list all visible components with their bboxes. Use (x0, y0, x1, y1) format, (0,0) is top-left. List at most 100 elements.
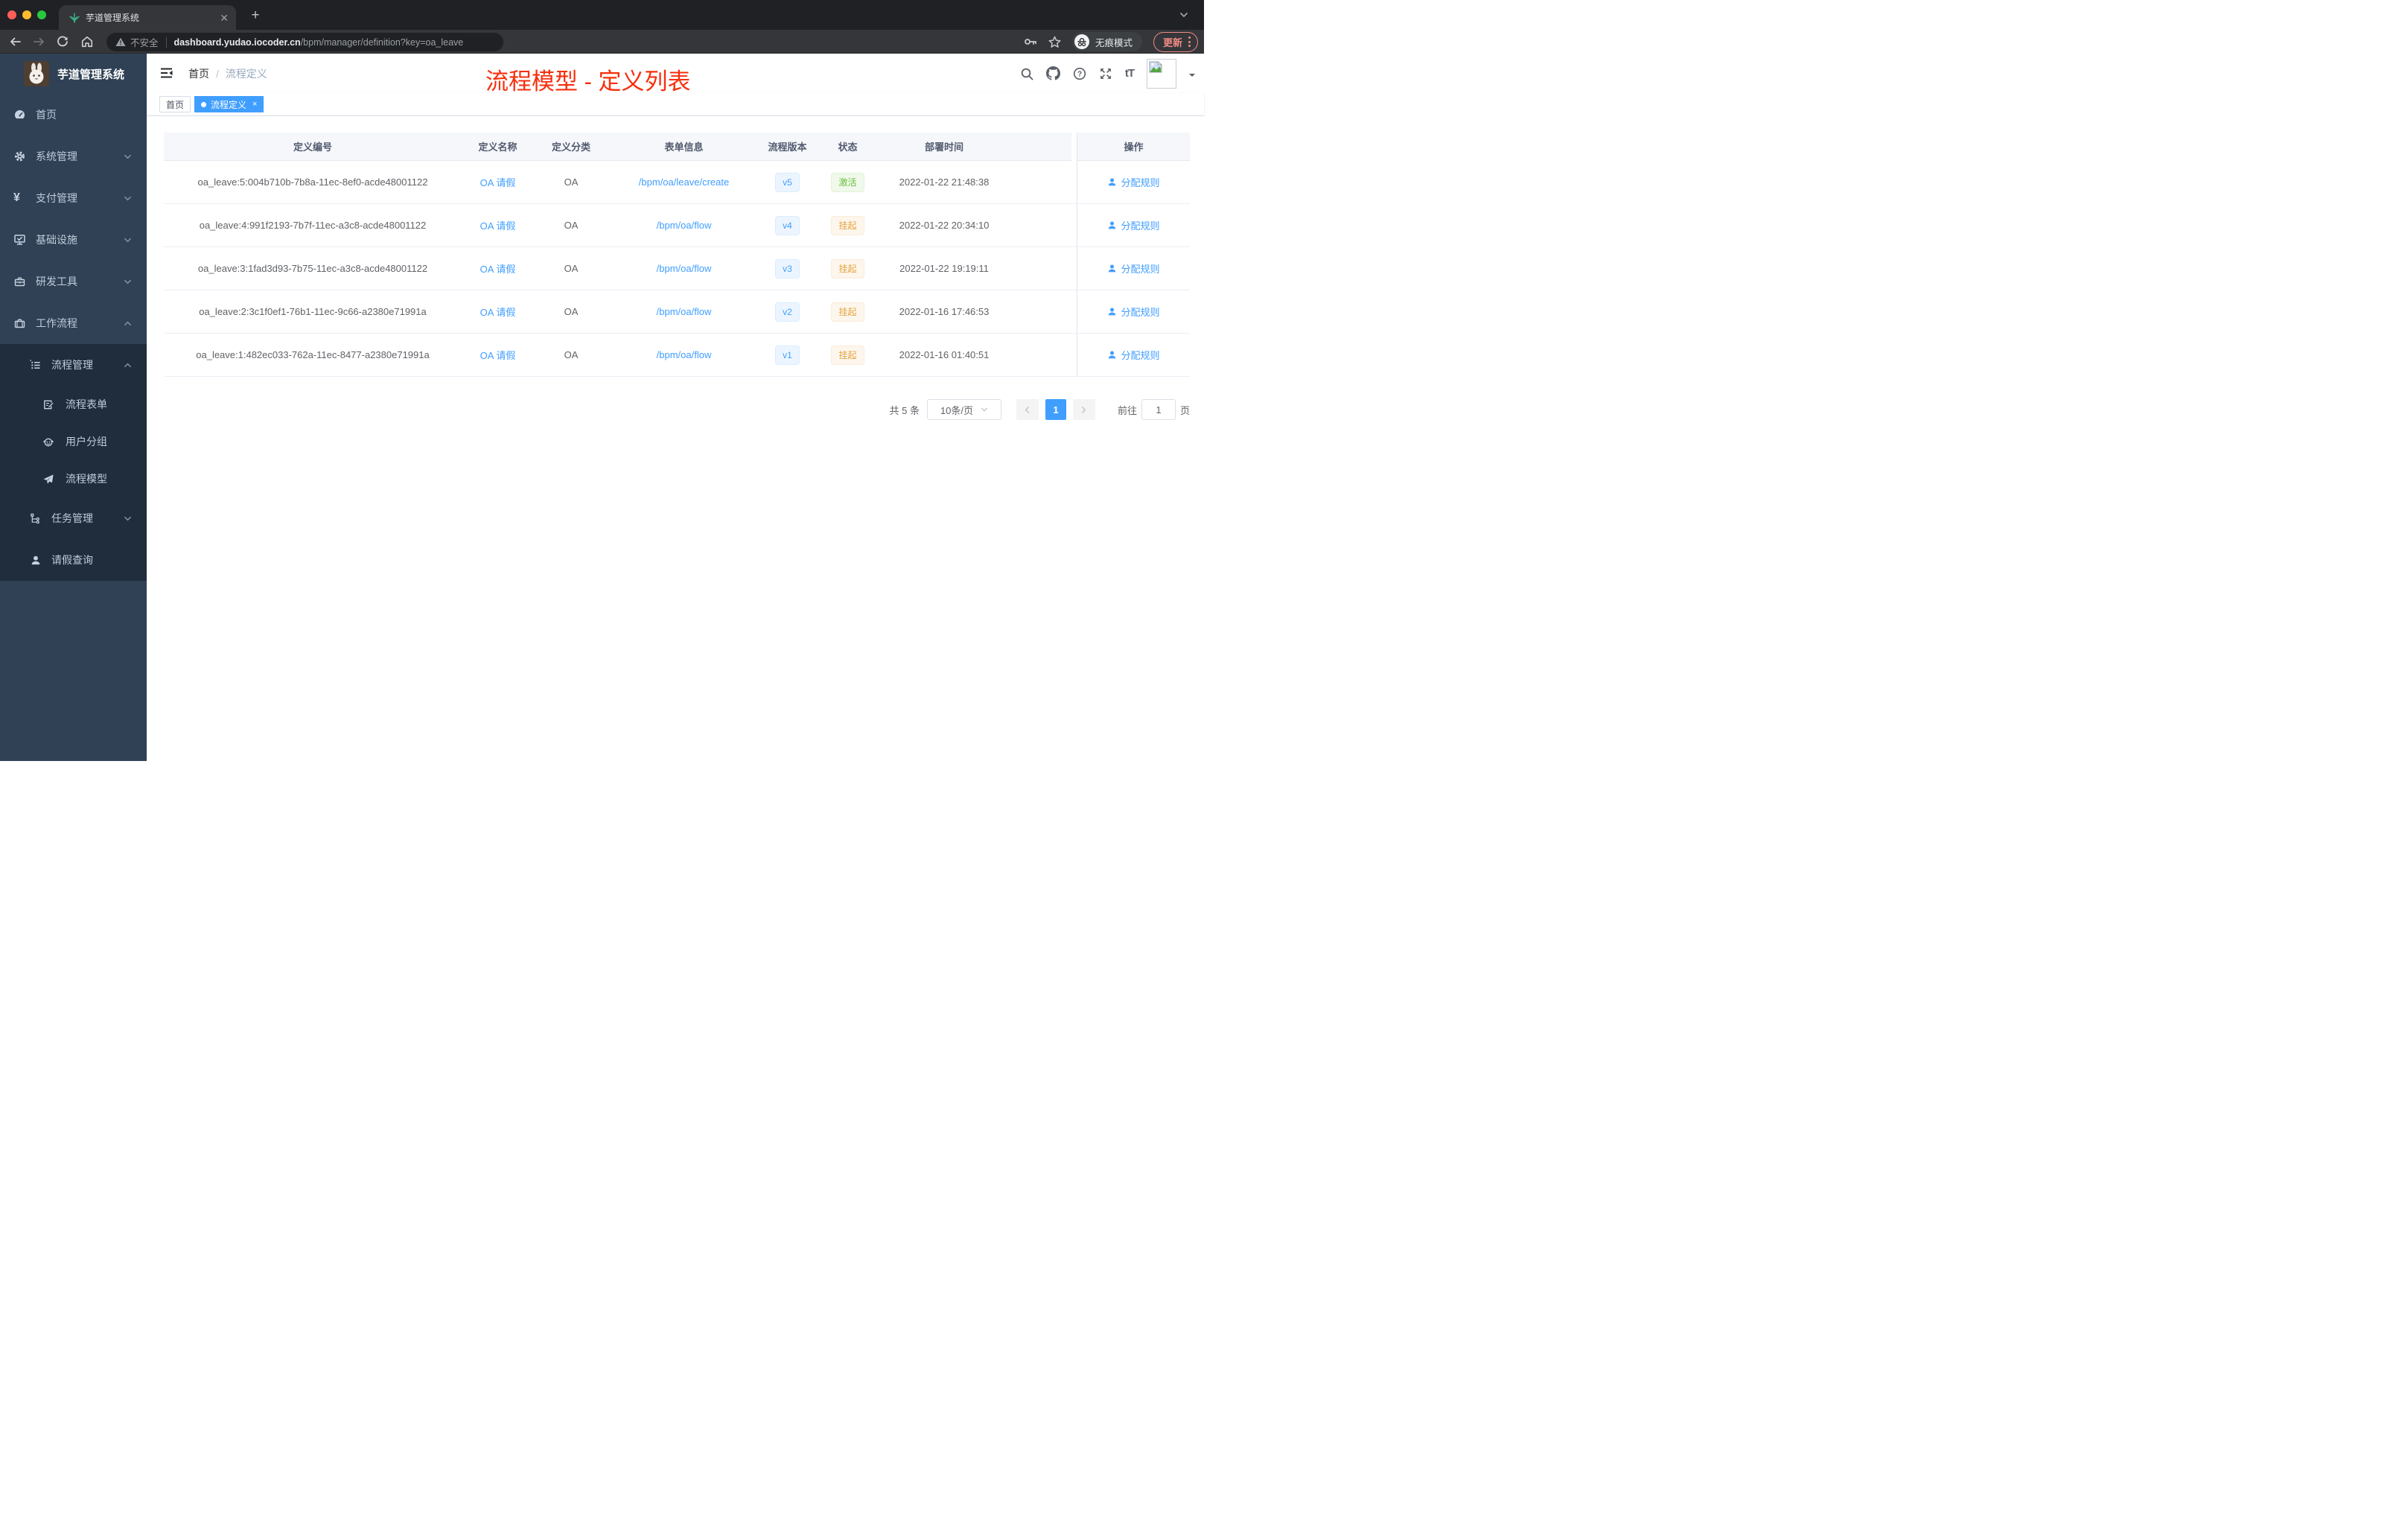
browser-tab[interactable]: 芋道管理系统 ✕ (59, 5, 236, 30)
assign-rule-button[interactable]: 分配规则 (1107, 305, 1160, 319)
sidebar-menu: 首页 系统管理 ¥ 支付管理 基础设施 研发工具 工作流程 流程管理 流程表单 … (0, 94, 147, 581)
chevron-down-icon (124, 236, 132, 244)
tag-home[interactable]: 首页 (159, 96, 191, 112)
sidebar-item-label: 工作流程 (36, 317, 77, 329)
assign-rule-button[interactable]: 分配规则 (1107, 348, 1160, 362)
window-controls[interactable] (7, 10, 46, 19)
form-link[interactable]: /bpm/oa/flow (657, 306, 712, 317)
sidebar-item-dev-tools[interactable]: 研发工具 (0, 261, 147, 302)
definition-name-link[interactable]: OA 请假 (480, 177, 516, 188)
column-header: 流程版本 (768, 141, 807, 153)
user-icon (1109, 351, 1116, 359)
definition-name-link[interactable]: OA 请假 (480, 220, 516, 232)
app-logo-rabbit-image (24, 61, 49, 86)
chevron-down-icon (124, 278, 132, 286)
version-badge: v2 (775, 302, 800, 322)
font-size-icon[interactable]: tT (1125, 67, 1135, 80)
column-filler (1008, 133, 1077, 161)
form-link[interactable]: /bpm/oa/leave/create (639, 176, 729, 188)
status-badge: 挂起 (831, 345, 864, 365)
tag-close-icon[interactable]: × (252, 100, 257, 109)
chevron-down-icon (124, 153, 132, 161)
definition-table: 定义编号 定义名称 定义分类 表单信息 流程版本 状态 部署时间 操作 oa_l… (164, 133, 1190, 377)
sidebar-item-task-management[interactable]: 任务管理 (0, 497, 147, 539)
url-host: dashboard.yudao.iocoder.cn (173, 36, 301, 48)
avatar[interactable] (1147, 58, 1176, 89)
browser-menu-update-button[interactable]: 更新 (1153, 31, 1198, 52)
new-tab-button[interactable]: + (246, 7, 265, 24)
form-link[interactable]: /bpm/oa/flow (657, 220, 712, 231)
bookmark-star-icon[interactable] (1048, 36, 1061, 48)
tags-view-bar: 首页 流程定义 × (147, 93, 1204, 116)
sidebar-item-infrastructure[interactable]: 基础设施 (0, 219, 147, 261)
sidebar-item-process-management[interactable]: 流程管理 (0, 344, 147, 386)
definition-name-link[interactable]: OA 请假 (480, 350, 516, 361)
chevron-left-icon (1025, 406, 1030, 413)
close-window-button[interactable] (7, 10, 16, 19)
sidebar-item-process-form[interactable]: 流程表单 (0, 386, 147, 423)
assign-rule-button[interactable]: 分配规则 (1107, 175, 1160, 189)
home-icon[interactable] (81, 36, 93, 48)
column-header-actions: 操作 (1077, 133, 1190, 160)
url-bar[interactable]: 不安全 dashboard.yudao.iocoder.cn /bpm/mana… (106, 33, 503, 51)
table-header-row: 定义编号 定义名称 定义分类 表单信息 流程版本 状态 部署时间 操作 (164, 133, 1190, 161)
chevron-up-icon (124, 319, 132, 328)
form-link[interactable]: /bpm/oa/flow (657, 263, 712, 274)
back-icon[interactable] (9, 36, 22, 48)
incognito-icon (1074, 34, 1089, 49)
definition-id: oa_leave:4:991f2193-7b7f-11ec-a3c8-acde4… (199, 220, 427, 231)
table-row: oa_leave:5:004b710b-7b8a-11ec-8ef0-acde4… (164, 161, 1190, 204)
definition-category: OA (564, 220, 579, 231)
definition-name-link[interactable]: OA 请假 (480, 307, 516, 318)
update-label: 更新 (1162, 36, 1182, 48)
main-content: 定义编号 定义名称 定义分类 表单信息 流程版本 状态 部署时间 操作 oa_l… (147, 116, 1204, 761)
yen-icon: ¥ (13, 191, 20, 204)
form-link[interactable]: /bpm/oa/flow (657, 349, 712, 360)
sidebar-item-leave-query[interactable]: 请假查询 (0, 539, 147, 581)
help-icon[interactable]: ? (1073, 67, 1086, 80)
sidebar-item-user-group[interactable]: 用户分组 (0, 423, 147, 460)
prev-page-button[interactable] (1016, 399, 1039, 420)
sidebar-item-home[interactable]: 首页 (0, 94, 147, 136)
tab-search-chevron-icon[interactable] (1179, 10, 1189, 20)
sidebar-item-workflow[interactable]: 工作流程 (0, 302, 147, 344)
browser-menu-icon[interactable] (1188, 36, 1191, 47)
avatar-caret-icon[interactable] (1189, 73, 1195, 80)
assign-rule-button[interactable]: 分配规则 (1107, 261, 1160, 276)
key-icon[interactable] (1024, 36, 1037, 48)
sidebar-item-process-model[interactable]: 流程模型 (0, 460, 147, 497)
security-warning-icon[interactable] (115, 37, 126, 47)
goto-page-input[interactable] (1141, 399, 1176, 420)
sidebar-collapse-icon[interactable] (159, 66, 173, 80)
zoom-window-button[interactable] (37, 10, 46, 19)
version-badge: v1 (775, 345, 800, 365)
tag-process-definition[interactable]: 流程定义 × (194, 96, 264, 112)
current-page-button[interactable]: 1 (1045, 399, 1066, 420)
column-header: 表单信息 (664, 141, 704, 153)
sidebar-item-label: 流程表单 (66, 398, 107, 410)
forward-icon[interactable] (33, 36, 45, 48)
assign-rule-button[interactable]: 分配规则 (1107, 218, 1160, 232)
search-icon[interactable] (1020, 67, 1033, 80)
minimize-window-button[interactable] (22, 10, 31, 19)
sidebar-item-payment[interactable]: ¥ 支付管理 (0, 177, 147, 219)
list-icon (30, 359, 42, 371)
status-badge: 挂起 (831, 215, 864, 235)
table-row: oa_leave:1:482ec033-762a-11ec-8477-a2380… (164, 334, 1190, 377)
sidebar-logo[interactable]: 芋道管理系统 (0, 54, 147, 94)
deploy-time: 2022-01-22 19:19:11 (899, 263, 989, 274)
breadcrumb-home[interactable]: 首页 (188, 66, 209, 81)
reload-icon[interactable] (57, 36, 69, 48)
sidebar-item-system[interactable]: 系统管理 (0, 136, 147, 177)
sidebar-item-label: 流程模型 (66, 473, 107, 485)
sidebar-item-label: 首页 (36, 109, 57, 121)
tree-icon (30, 513, 42, 524)
sidebar-item-label: 任务管理 (51, 512, 93, 524)
definition-name-link[interactable]: OA 请假 (480, 264, 516, 275)
fullscreen-icon[interactable] (1099, 67, 1112, 80)
tab-close-icon[interactable]: ✕ (220, 13, 229, 23)
next-page-button[interactable] (1072, 399, 1095, 420)
page-size-select[interactable]: 10条/页 (926, 399, 1001, 420)
sidebar-item-label: 支付管理 (36, 192, 77, 204)
github-icon[interactable] (1045, 66, 1060, 80)
